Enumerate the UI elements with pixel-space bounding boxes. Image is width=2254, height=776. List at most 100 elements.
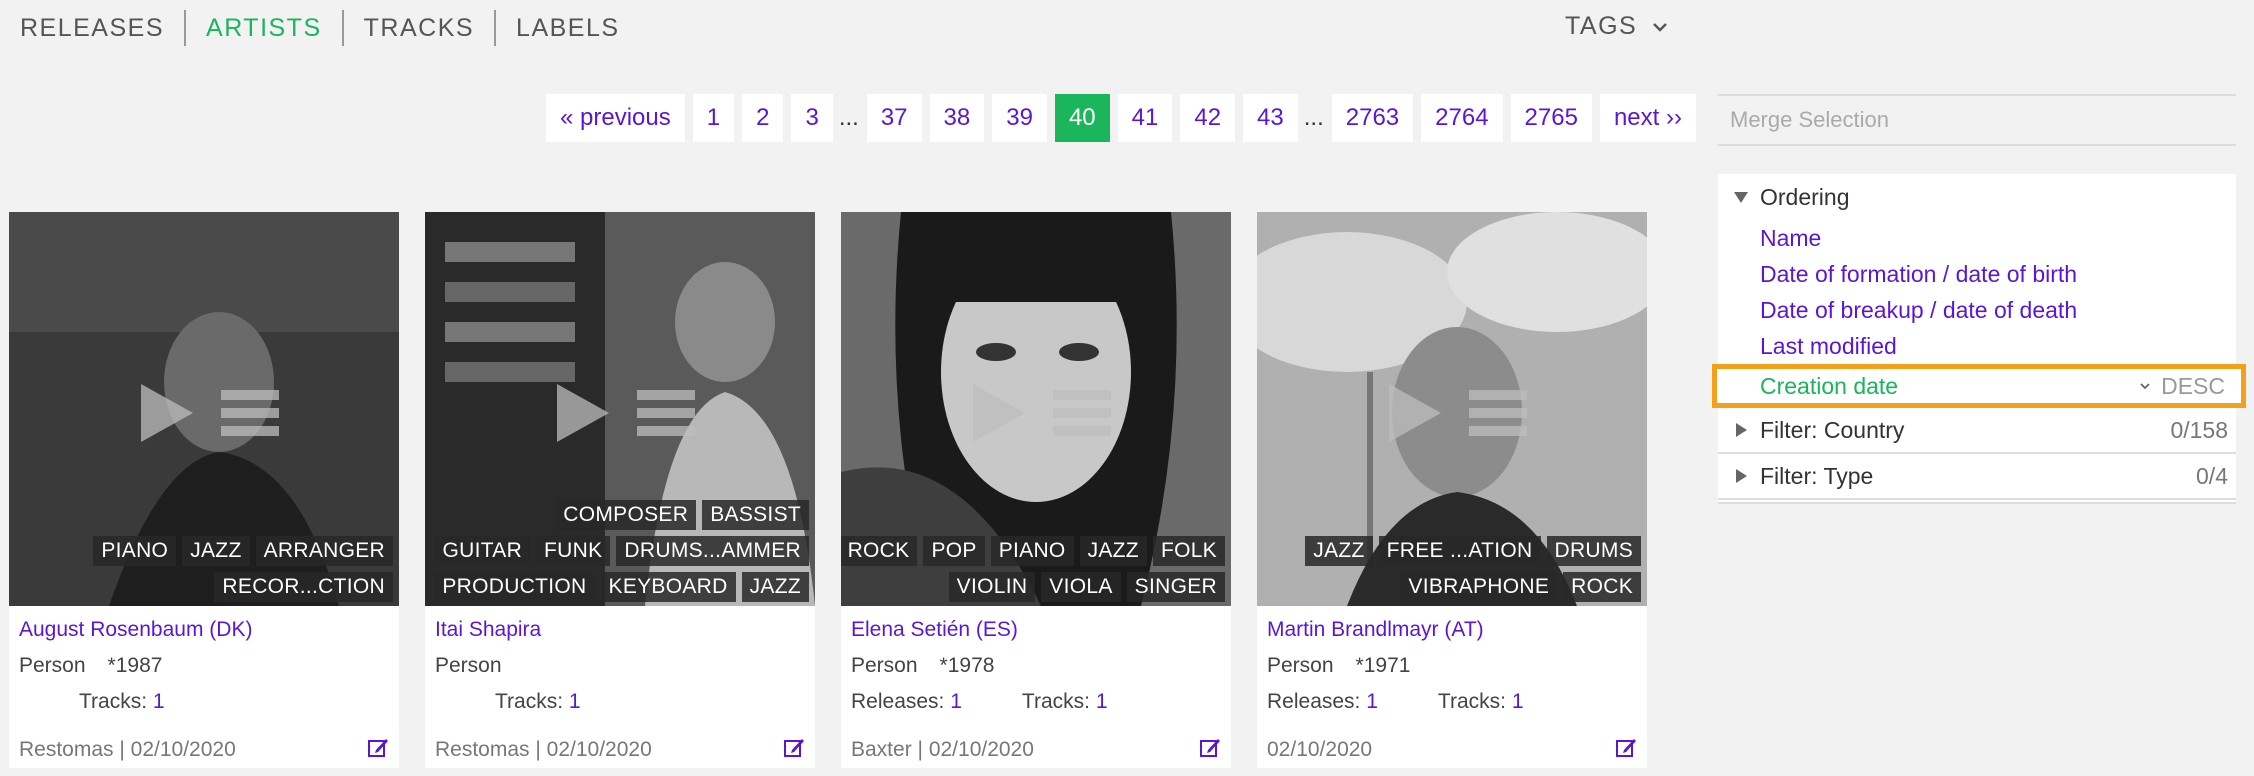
tag-list: JAZZ FREE ...ATION DRUMS VIBRAPHONE ROCK [1305,536,1641,602]
page-link[interactable]: 37 [866,94,922,142]
edit-icon[interactable] [1615,736,1637,758]
tag[interactable]: PIANO [93,536,177,566]
page-link[interactable]: 2763 [1331,94,1414,142]
tag[interactable]: JAZZ [741,572,809,602]
page-next[interactable]: next ›› [1599,94,1696,142]
tracks-count[interactable]: 1 [569,688,581,716]
tag-list: PIANO JAZZ ARRANGER RECOR...CTION [93,536,393,602]
artist-name-link[interactable]: Martin Brandlmayr (AT) [1267,616,1637,644]
card-footer: Baxter | 02/10/2020 [851,738,1034,761]
order-option-formation[interactable]: Date of formation / date of birth [1718,256,2236,292]
tag[interactable]: VIOLA [1041,572,1121,602]
play-icon[interactable] [1385,382,1443,444]
edit-icon[interactable] [367,736,389,758]
tag[interactable]: FREE ...ATION [1378,536,1541,566]
tags-dropdown[interactable]: TAGS [1565,12,1669,41]
tag[interactable]: PRODUCTION [434,572,595,602]
order-option-last-modified[interactable]: Last modified [1718,328,2236,364]
tracks-count[interactable]: 1 [1512,688,1524,716]
order-option-creation-date[interactable]: Creation date DESC [1712,364,2246,408]
tracklist-icon[interactable] [221,388,279,438]
releases-count[interactable]: 1 [1366,688,1378,716]
page-link[interactable]: 38 [929,94,985,142]
order-option-name[interactable]: Name [1718,220,2236,256]
tag[interactable]: JAZZ [182,536,250,566]
page-link[interactable]: 39 [992,94,1047,142]
nav-labels[interactable]: LABELS [494,10,640,46]
tag[interactable]: VIOLIN [948,572,1036,602]
page-link[interactable]: 1 [692,94,735,142]
tag[interactable]: GUITAR [434,536,531,566]
tag[interactable]: JAZZ [1305,536,1373,566]
tag[interactable]: DRUMS...AMMER [616,536,809,566]
tag-list: COMPOSER BASSIST GUITAR FUNK DRUMS...AMM… [434,500,809,602]
tag[interactable]: POP [923,536,985,566]
tracks-label: Tracks: [1021,690,1090,713]
top-nav: RELEASES ARTISTS TRACKS LABELS [0,0,640,56]
artist-year: *1971 [1355,654,1411,677]
page-current[interactable]: 40 [1054,94,1110,142]
tag[interactable]: RECOR...CTION [214,572,393,602]
nav-artists[interactable]: ARTISTS [184,10,342,46]
artist-card: ROCK POP PIANO JAZZ FOLK VIOLIN VIOLA SI… [841,212,1231,768]
artist-card: JAZZ FREE ...ATION DRUMS VIBRAPHONE ROCK… [1257,212,1647,768]
artist-card: COMPOSER BASSIST GUITAR FUNK DRUMS...AMM… [425,212,815,768]
play-icon[interactable] [137,382,195,444]
tag[interactable]: FOLK [1152,536,1225,566]
page-link[interactable]: 3 [791,94,833,142]
merge-selection-button[interactable]: Merge Selection [1718,94,2236,146]
chevron-down-icon [2140,383,2150,390]
page-link[interactable]: 2 [742,94,784,142]
nav-releases[interactable]: RELEASES [0,10,184,46]
tag[interactable]: SINGER [1126,572,1225,602]
edit-icon[interactable] [1199,736,1221,758]
artist-photo[interactable]: JAZZ FREE ...ATION DRUMS VIBRAPHONE ROCK [1257,212,1647,606]
artist-photo[interactable]: ROCK POP PIANO JAZZ FOLK VIOLIN VIOLA SI… [841,212,1231,606]
page-previous[interactable]: « previous [546,94,685,142]
order-option-breakup[interactable]: Date of breakup / date of death [1718,292,2236,328]
tracklist-icon[interactable] [637,388,695,438]
tag[interactable]: COMPOSER [555,500,697,530]
artist-photo[interactable]: COMPOSER BASSIST GUITAR FUNK DRUMS...AMM… [425,212,815,606]
tag[interactable]: ROCK [1563,572,1641,602]
tag[interactable]: JAZZ [1079,536,1147,566]
page-link[interactable]: 42 [1180,94,1236,142]
tag[interactable]: FUNK [536,536,611,566]
tag[interactable]: DRUMS [1546,536,1641,566]
artist-name-link[interactable]: August Rosenbaum (DK) [19,616,389,644]
artist-type: Person [19,654,86,677]
ordering-panel: Ordering Name Date of formation / date o… [1712,174,2246,504]
filter-country-count: 0/158 [2170,416,2228,443]
page-link[interactable]: 43 [1243,94,1298,142]
tracklist-icon[interactable] [1053,388,1111,438]
triangle-down-icon [1734,192,1748,203]
filter-country-toggle[interactable]: Filter: Country 0/158 [1718,408,2236,454]
artist-photo[interactable]: PIANO JAZZ ARRANGER RECOR...CTION [9,212,399,606]
filter-type-toggle[interactable]: Filter: Type 0/4 [1718,454,2236,500]
ordering-toggle[interactable]: Ordering [1718,174,2236,220]
tracklist-icon[interactable] [1469,388,1527,438]
tag[interactable]: BASSIST [702,500,809,530]
play-icon[interactable] [969,382,1027,444]
tracks-count[interactable]: 1 [1096,688,1108,716]
tag[interactable]: ARRANGER [255,536,393,566]
sort-direction-toggle[interactable]: DESC [2139,369,2225,403]
tag[interactable]: VIBRAPHONE [1400,572,1558,602]
tag[interactable]: ROCK [841,536,918,566]
page-link[interactable]: 41 [1117,94,1173,142]
edit-icon[interactable] [783,736,805,758]
page-link[interactable]: 2764 [1421,94,1503,142]
sort-direction-label: DESC [2161,373,2225,399]
tracks-label: Tracks: [79,690,148,713]
artist-name-link[interactable]: Elena Setién (ES) [851,616,1221,644]
page-link[interactable]: 2765 [1510,94,1592,142]
artist-name-link[interactable]: Itai Shapira [435,616,805,644]
nav-tracks[interactable]: TRACKS [341,10,494,46]
releases-label: Releases: [851,690,945,713]
releases-count[interactable]: 1 [950,688,962,716]
play-icon[interactable] [553,382,611,444]
tag[interactable]: KEYBOARD [600,572,736,602]
tag[interactable]: PIANO [990,536,1074,566]
tracks-count[interactable]: 1 [153,688,165,716]
artist-type: Person [851,654,918,677]
